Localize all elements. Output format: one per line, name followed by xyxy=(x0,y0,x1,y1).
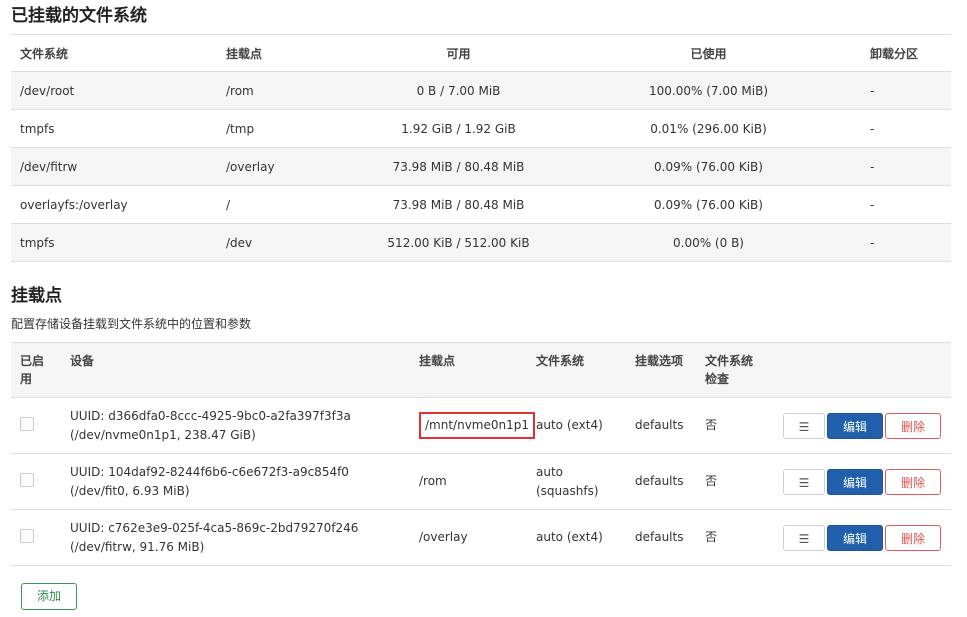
cell-available: 73.98 MiB / 80.48 MiB xyxy=(392,159,525,174)
col-header-actions xyxy=(762,343,951,398)
cell-filesystem: auto (ext4) xyxy=(536,418,603,432)
col-header-enabled: 已启用 xyxy=(20,354,45,386)
table-row: UUID: 104daf92-8244f6b6-c6e672f3-a9c854f… xyxy=(11,453,951,510)
mount-points-description: 配置存储设备挂载到文件系统中的位置和参数 xyxy=(11,317,252,331)
enabled-checkbox[interactable] xyxy=(20,528,34,543)
row-actions: ☰ 编辑 删除 xyxy=(762,510,951,566)
table-row: overlayfs:/overlay / 73.98 MiB / 80.48 M… xyxy=(11,185,951,224)
cell-device: UUID: d366dfa0-8ccc-4925-9bc0-a2fa397f3f… xyxy=(70,408,351,442)
edit-button[interactable]: 编辑 xyxy=(827,412,883,439)
col-header-options: 挂载选项 xyxy=(635,354,684,368)
edit-button[interactable]: 编辑 xyxy=(827,468,883,495)
col-header-mountpoint: 挂载点 xyxy=(226,46,263,61)
cell-filesystem: /dev/root xyxy=(20,83,75,98)
row-actions: ☰ 编辑 删除 xyxy=(762,398,951,454)
delete-button[interactable]: 删除 xyxy=(885,524,941,551)
col-header-used: 已使用 xyxy=(690,46,727,61)
col-header-filesystem: 文件系统 xyxy=(20,46,69,61)
mounted-fs-table: 文件系统 挂载点 可用 已使用 卸载分区 /dev/root /rom 0 B … xyxy=(11,34,951,262)
cell-fscheck: 否 xyxy=(705,530,718,544)
table-header-row: 已启用 设备 挂载点 文件系统 挂载选项 文件系统检查 xyxy=(11,342,951,398)
cell-used: 0.09% (76.00 KiB) xyxy=(654,197,763,212)
add-mount-button[interactable]: 添加 xyxy=(21,583,77,610)
cell-available: 512.00 KiB / 512.00 KiB xyxy=(387,235,530,250)
mount-points-table: 已启用 设备 挂载点 文件系统 挂载选项 文件系统检查 UUID: d366df… xyxy=(11,342,951,566)
cell-mountpoint: /rom xyxy=(226,83,254,98)
col-header-device: 设备 xyxy=(70,354,95,368)
col-header-mountpoint: 挂载点 xyxy=(419,354,456,368)
cell-used: 0.09% (76.00 KiB) xyxy=(654,159,763,174)
cell-fscheck: 否 xyxy=(705,418,718,432)
delete-button[interactable]: 删除 xyxy=(885,412,941,439)
cell-mountpoint: / xyxy=(226,197,231,212)
cell-used: 100.00% (7.00 MiB) xyxy=(648,83,769,98)
cell-options: defaults xyxy=(635,418,684,432)
cell-unmount: - xyxy=(870,197,875,212)
cell-unmount: - xyxy=(870,121,875,136)
table-row: /dev/fitrw /overlay 73.98 MiB / 80.48 Mi… xyxy=(11,147,951,186)
table-row: tmpfs /tmp 1.92 GiB / 1.92 GiB 0.01% (29… xyxy=(11,109,951,148)
enabled-checkbox[interactable] xyxy=(20,472,34,487)
cell-filesystem: /dev/fitrw xyxy=(20,159,78,174)
delete-button[interactable]: 删除 xyxy=(885,468,941,495)
col-header-fscheck: 文件系统检查 xyxy=(705,354,754,386)
cell-mountpoint: /tmp xyxy=(226,121,255,136)
cell-used: 0.01% (296.00 KiB) xyxy=(650,121,767,136)
cell-filesystem: auto (squashfs) xyxy=(536,464,599,498)
row-actions: ☰ 编辑 删除 xyxy=(762,454,951,510)
cell-available: 1.92 GiB / 1.92 GiB xyxy=(401,121,516,136)
cell-mountpoint: /mnt/nvme0n1p1 xyxy=(419,412,535,439)
cell-filesystem: overlayfs:/overlay xyxy=(20,197,128,212)
cell-device: UUID: c762e3e9-025f-4ca5-869c-2bd79270f2… xyxy=(70,520,359,554)
table-header-row: 文件系统 挂载点 可用 已使用 卸载分区 xyxy=(11,34,951,72)
menu-button[interactable]: ☰ xyxy=(783,412,825,439)
col-header-available: 可用 xyxy=(446,46,471,61)
table-row: UUID: c762e3e9-025f-4ca5-869c-2bd79270f2… xyxy=(11,509,951,566)
cell-filesystem: tmpfs xyxy=(20,235,55,250)
table-row: tmpfs /dev 512.00 KiB / 512.00 KiB 0.00%… xyxy=(11,223,951,262)
table-row: UUID: d366dfa0-8ccc-4925-9bc0-a2fa397f3f… xyxy=(11,397,951,454)
cell-filesystem: tmpfs xyxy=(20,121,55,136)
cell-available: 0 B / 7.00 MiB xyxy=(416,83,501,98)
menu-button[interactable]: ☰ xyxy=(783,524,825,551)
cell-options: defaults xyxy=(635,530,684,544)
cell-fscheck: 否 xyxy=(705,474,718,488)
table-row: /dev/root /rom 0 B / 7.00 MiB 100.00% (7… xyxy=(11,71,951,110)
cell-mountpoint: /rom xyxy=(419,474,447,488)
col-header-unmount: 卸载分区 xyxy=(870,46,919,61)
edit-button[interactable]: 编辑 xyxy=(827,524,883,551)
mount-points-title: 挂载点 xyxy=(11,286,62,306)
mounted-fs-title: 已挂载的文件系统 xyxy=(11,6,147,26)
menu-button[interactable]: ☰ xyxy=(783,468,825,495)
cell-mountpoint: /overlay xyxy=(419,530,468,544)
cell-used: 0.00% (0 B) xyxy=(673,235,744,250)
enabled-checkbox[interactable] xyxy=(20,416,34,431)
cell-mountpoint: /overlay xyxy=(226,159,275,174)
cell-unmount: - xyxy=(870,235,875,250)
cell-available: 73.98 MiB / 80.48 MiB xyxy=(392,197,525,212)
cell-filesystem: auto (ext4) xyxy=(536,530,603,544)
cell-device: UUID: 104daf92-8244f6b6-c6e672f3-a9c854f… xyxy=(70,464,349,498)
cell-unmount: - xyxy=(870,83,875,98)
cell-unmount: - xyxy=(870,159,875,174)
cell-options: defaults xyxy=(635,474,684,488)
col-header-filesystem: 文件系统 xyxy=(536,354,585,368)
cell-mountpoint: /dev xyxy=(226,235,253,250)
